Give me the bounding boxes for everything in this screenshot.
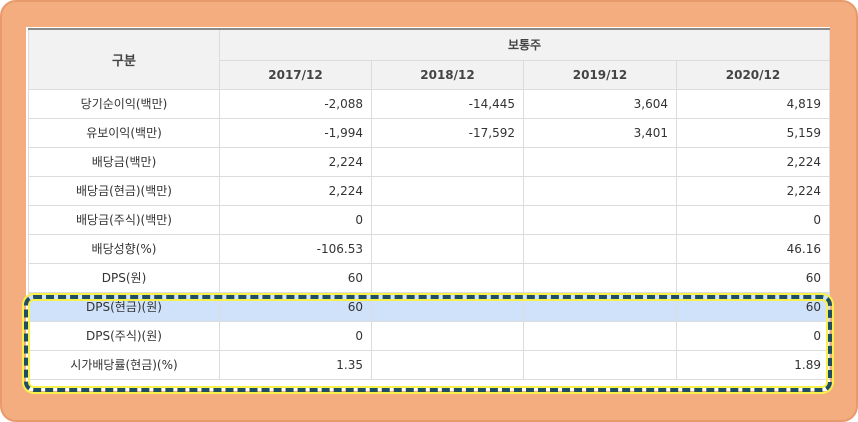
cell-value: 2,224 <box>676 175 830 206</box>
cell-value: 0 <box>219 204 372 235</box>
table-row-highlighted: DPS(현금)(원) 60 60 <box>28 291 830 322</box>
row-label: 배당금(주식)(백만) <box>28 204 220 235</box>
header-year: 2018/12 <box>371 59 524 90</box>
cell-value <box>523 262 677 293</box>
header-category: 구분 <box>28 28 220 90</box>
table-row: 시가배당률(현금)(%) 1.35 1.89 <box>28 349 830 380</box>
cell-value: 60 <box>676 262 830 293</box>
cell-value: 2,224 <box>219 175 372 206</box>
cell-value <box>371 204 524 235</box>
cell-value <box>371 262 524 293</box>
cell-value: 3,401 <box>523 117 677 148</box>
table-row: 배당금(주식)(백만) 0 0 <box>28 204 830 235</box>
table-row: 배당금(백만) 2,224 2,224 <box>28 146 830 177</box>
dividend-table: 구분 보통주 2017/12 2018/12 2019/12 2020/12 당… <box>28 28 830 380</box>
cell-value <box>523 320 677 351</box>
row-label: 배당성향(%) <box>28 233 220 264</box>
cell-value <box>523 233 677 264</box>
header-year: 2017/12 <box>219 59 372 90</box>
cell-value: 0 <box>676 204 830 235</box>
cell-value: 60 <box>219 262 372 293</box>
cell-value: -17,592 <box>371 117 524 148</box>
cell-value: 3,604 <box>523 88 677 119</box>
cell-value <box>523 175 677 206</box>
table-row: 배당성향(%) -106.53 46.16 <box>28 233 830 264</box>
cell-value: 0 <box>219 320 372 351</box>
cell-value: -1,994 <box>219 117 372 148</box>
cell-value: 4,819 <box>676 88 830 119</box>
cell-value <box>523 291 677 322</box>
header-year: 2020/12 <box>676 59 830 90</box>
cell-value <box>371 320 524 351</box>
table-row: 당기순이익(백만) -2,088 -14,445 3,604 4,819 <box>28 88 830 119</box>
row-label: 시가배당률(현금)(%) <box>28 349 220 380</box>
cell-value: 46.16 <box>676 233 830 264</box>
cell-value <box>371 175 524 206</box>
cell-value <box>371 291 524 322</box>
cell-value: 2,224 <box>219 146 372 177</box>
cell-value: 1.89 <box>676 349 830 380</box>
row-label: DPS(현금)(원) <box>28 291 220 322</box>
cell-value: 60 <box>219 291 372 322</box>
cell-value: 60 <box>676 291 830 322</box>
cell-value: -14,445 <box>371 88 524 119</box>
cell-value <box>523 204 677 235</box>
header-common-stock: 보통주 <box>219 28 830 61</box>
table-row: 유보이익(백만) -1,994 -17,592 3,401 5,159 <box>28 117 830 148</box>
table-row: DPS(주식)(원) 0 0 <box>28 320 830 351</box>
cell-value: 1.35 <box>219 349 372 380</box>
row-label: 유보이익(백만) <box>28 117 220 148</box>
cell-value: -106.53 <box>219 233 372 264</box>
table-row: DPS(원) 60 60 <box>28 262 830 293</box>
table-row: 배당금(현금)(백만) 2,224 2,224 <box>28 175 830 206</box>
cell-value: 5,159 <box>676 117 830 148</box>
header-year: 2019/12 <box>523 59 677 90</box>
cell-value <box>523 146 677 177</box>
row-label: DPS(원) <box>28 262 220 293</box>
cell-value: 2,224 <box>676 146 830 177</box>
cell-value <box>523 349 677 380</box>
cell-value <box>371 233 524 264</box>
cell-value: 0 <box>676 320 830 351</box>
cell-value <box>371 146 524 177</box>
row-label: 당기순이익(백만) <box>28 88 220 119</box>
cell-value: -2,088 <box>219 88 372 119</box>
row-label: DPS(주식)(원) <box>28 320 220 351</box>
row-label: 배당금(백만) <box>28 146 220 177</box>
row-label: 배당금(현금)(백만) <box>28 175 220 206</box>
cell-value <box>371 349 524 380</box>
